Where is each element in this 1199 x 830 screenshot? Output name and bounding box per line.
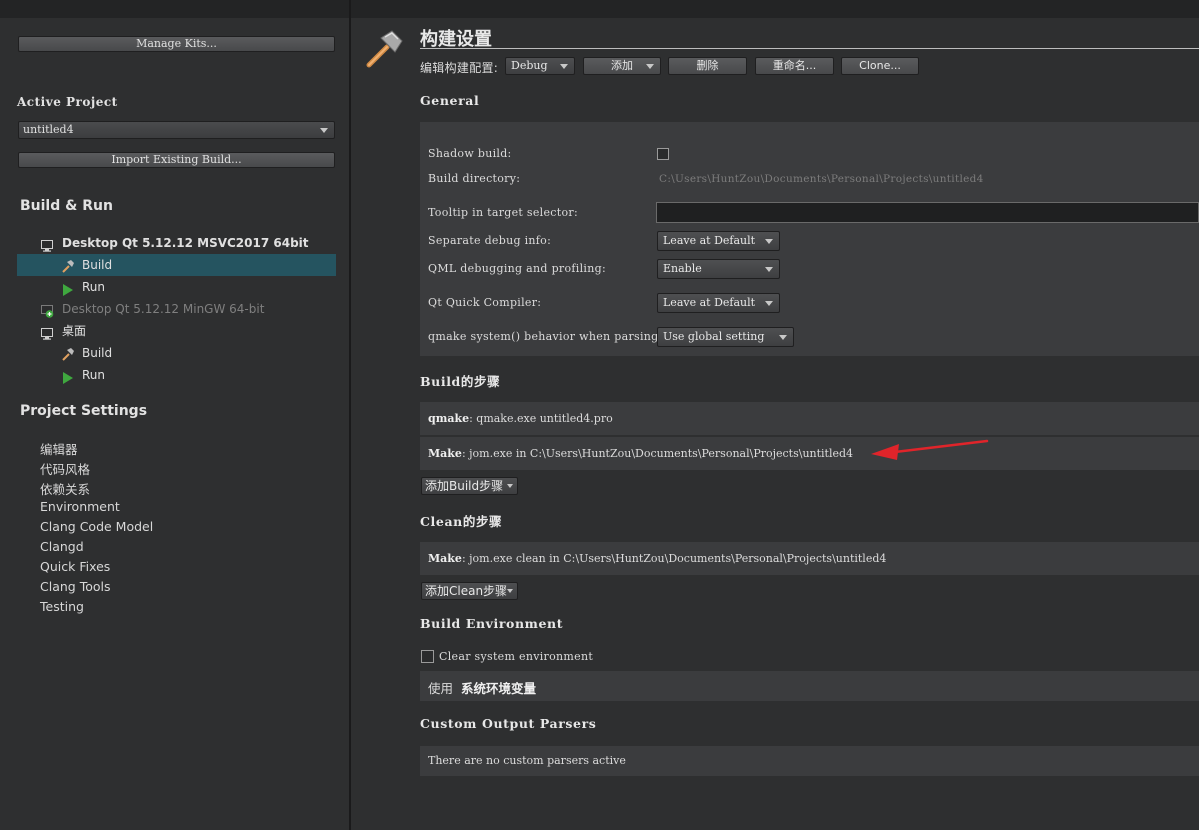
use-env-prefix: 使用 <box>428 681 454 696</box>
chevron-down-icon <box>507 484 513 488</box>
shadow-build-label: Shadow build: <box>428 147 512 160</box>
settings-item-environment[interactable]: Environment <box>40 499 120 514</box>
settings-item-editor[interactable]: 编辑器 <box>40 439 78 458</box>
kit-label: 桌面 <box>62 324 87 338</box>
settings-item-code-style[interactable]: 代码风格 <box>40 459 90 478</box>
clean-steps-heading: Clean的步骤 <box>420 514 503 529</box>
settings-item-quick-fixes[interactable]: Quick Fixes <box>40 559 110 574</box>
add-build-step-button[interactable]: 添加Build步骤 <box>421 477 518 495</box>
clear-environment-checkbox[interactable] <box>421 650 434 663</box>
custom-parsers-panel: There are no custom parsers active <box>420 746 1199 776</box>
add-config-button[interactable]: 添加 <box>583 57 661 75</box>
chevron-down-icon <box>765 267 773 272</box>
tree-item-run[interactable]: Run <box>17 276 336 298</box>
custom-parsers-text: There are no custom parsers active <box>428 754 626 767</box>
step-name: Make <box>428 552 462 565</box>
chevron-down-icon <box>320 128 328 133</box>
kit-mingw[interactable]: Desktop Qt 5.12.12 MinGW 64-bit <box>17 298 336 320</box>
qt-quick-compiler-value: Leave at Default <box>663 296 756 309</box>
chevron-down-icon <box>646 64 654 69</box>
chevron-down-icon <box>765 301 773 306</box>
build-config-value: Debug <box>511 59 548 72</box>
tree-item-run[interactable]: Run <box>17 364 336 386</box>
step-name: qmake <box>428 412 470 425</box>
tree-item-label: Run <box>82 280 106 294</box>
add-clean-step-label: 添加Clean步骤 <box>425 584 508 598</box>
custom-output-parsers-heading: Custom Output Parsers <box>420 716 597 731</box>
sidebar-toolbar <box>0 0 350 18</box>
edit-config-label: 编辑构建配置: <box>420 61 499 75</box>
run-icon <box>62 369 74 391</box>
build-environment-heading: Build Environment <box>420 616 564 631</box>
tree-item-label: Build <box>82 258 113 272</box>
separate-debug-label: Separate debug info: <box>428 234 552 247</box>
project-combo-value: untitled4 <box>23 123 74 136</box>
use-env-value: 系统环境变量 <box>461 681 537 696</box>
build-steps-heading: Build的步骤 <box>420 374 501 389</box>
hammer-icon <box>365 28 405 71</box>
tree-item-label: Run <box>82 368 106 382</box>
qml-debug-label: QML debugging and profiling: <box>428 262 606 275</box>
import-existing-build-button[interactable]: Import Existing Build... <box>18 152 335 168</box>
qml-debug-combo[interactable]: Enable <box>657 259 780 279</box>
tree-item-build[interactable]: Build <box>17 342 336 364</box>
step-name: Make <box>428 447 462 460</box>
build-directory-label: Build directory: <box>428 172 521 185</box>
add-build-step-label: 添加Build步骤 <box>425 479 504 493</box>
general-panel: Shadow build: Build directory: C:\Users\… <box>420 122 1199 356</box>
general-heading: General <box>420 93 480 108</box>
kit-label: Desktop Qt 5.12.12 MinGW 64-bit <box>62 302 265 316</box>
tree-item-build-selected[interactable]: Build <box>17 254 336 276</box>
qmake-system-combo[interactable]: Use global setting <box>657 327 794 347</box>
environment-details-toggle[interactable]: 使用 系统环境变量 <box>420 671 1199 701</box>
clean-step-make[interactable]: Make: jom.exe clean in C:\Users\HuntZou\… <box>420 542 1199 575</box>
qt-quick-compiler-label: Qt Quick Compiler: <box>428 296 542 309</box>
tooltip-target-label: Tooltip in target selector: <box>428 206 578 219</box>
add-config-label: 添加 <box>611 59 633 72</box>
build-settings-panel: 构建设置 编辑构建配置: Debug 添加 删除 重命名... Clone...… <box>351 0 1199 830</box>
settings-item-dependencies[interactable]: 依赖关系 <box>40 479 90 498</box>
qmake-system-value: Use global setting <box>663 330 765 343</box>
build-step-make[interactable]: Make: jom.exe in C:\Users\HuntZou\Docume… <box>420 437 1199 470</box>
settings-item-clang-tools[interactable]: Clang Tools <box>40 579 110 594</box>
main-toolbar <box>351 0 1199 18</box>
clone-config-button[interactable]: Clone... <box>841 57 919 75</box>
settings-item-clang-code-model[interactable]: Clang Code Model <box>40 519 153 534</box>
separate-debug-value: Leave at Default <box>663 234 756 247</box>
settings-item-clangd[interactable]: Clangd <box>40 539 84 554</box>
step-detail: : jom.exe in C:\Users\HuntZou\Documents\… <box>461 447 854 460</box>
qml-debug-value: Enable <box>663 262 702 275</box>
shadow-build-checkbox[interactable] <box>657 148 669 160</box>
step-detail: : qmake.exe untitled4.pro <box>469 412 613 425</box>
chevron-down-icon <box>765 239 773 244</box>
build-directory-value: C:\Users\HuntZou\Documents\Personal\Proj… <box>659 173 984 185</box>
chevron-down-icon <box>779 335 787 340</box>
build-run-heading: Build & Run <box>20 198 113 214</box>
settings-item-testing[interactable]: Testing <box>40 599 84 614</box>
build-step-qmake[interactable]: qmake: qmake.exe untitled4.pro <box>420 402 1199 435</box>
active-project-heading: Active Project <box>17 95 118 109</box>
separate-debug-combo[interactable]: Leave at Default <box>657 231 780 251</box>
project-settings-heading: Project Settings <box>20 403 148 419</box>
kit-desktop[interactable]: 桌面 <box>17 320 336 342</box>
clear-environment-label: Clear system environment <box>439 650 594 663</box>
chevron-down-icon <box>507 589 513 593</box>
step-detail: : jom.exe clean in C:\Users\HuntZou\Docu… <box>461 552 887 565</box>
rename-config-button[interactable]: 重命名... <box>755 57 834 75</box>
manage-kits-button[interactable]: Manage Kits... <box>18 36 335 52</box>
qmake-system-label: qmake system() behavior when parsing: <box>428 330 663 343</box>
kit-msvc2017[interactable]: Desktop Qt 5.12.12 MSVC2017 64bit <box>17 232 336 254</box>
kit-label: Desktop Qt 5.12.12 MSVC2017 64bit <box>62 236 309 250</box>
divider <box>420 48 1199 49</box>
build-config-combo[interactable]: Debug <box>505 57 575 75</box>
chevron-down-icon <box>560 64 568 69</box>
project-combo[interactable]: untitled4 <box>18 121 335 139</box>
delete-config-button[interactable]: 删除 <box>668 57 747 75</box>
tree-item-label: Build <box>82 346 113 360</box>
sidebar: Manage Kits... Active Project untitled4 … <box>0 0 350 830</box>
tooltip-target-input[interactable] <box>656 202 1199 223</box>
annotation-arrow <box>871 439 989 460</box>
qt-quick-compiler-combo[interactable]: Leave at Default <box>657 293 780 313</box>
add-clean-step-button[interactable]: 添加Clean步骤 <box>421 582 518 600</box>
